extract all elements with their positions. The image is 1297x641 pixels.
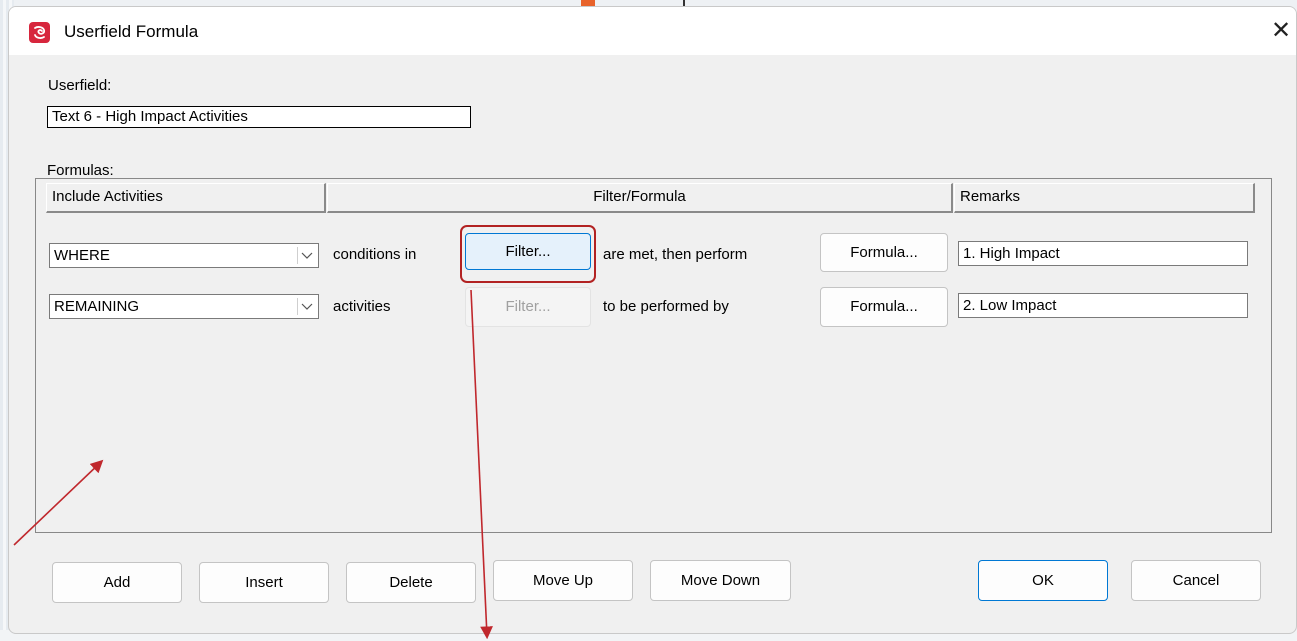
annotation-arrow-left: [13, 459, 104, 546]
annotation-arrows: [13, 289, 493, 640]
annotation-arrow-down: [470, 289, 493, 640]
